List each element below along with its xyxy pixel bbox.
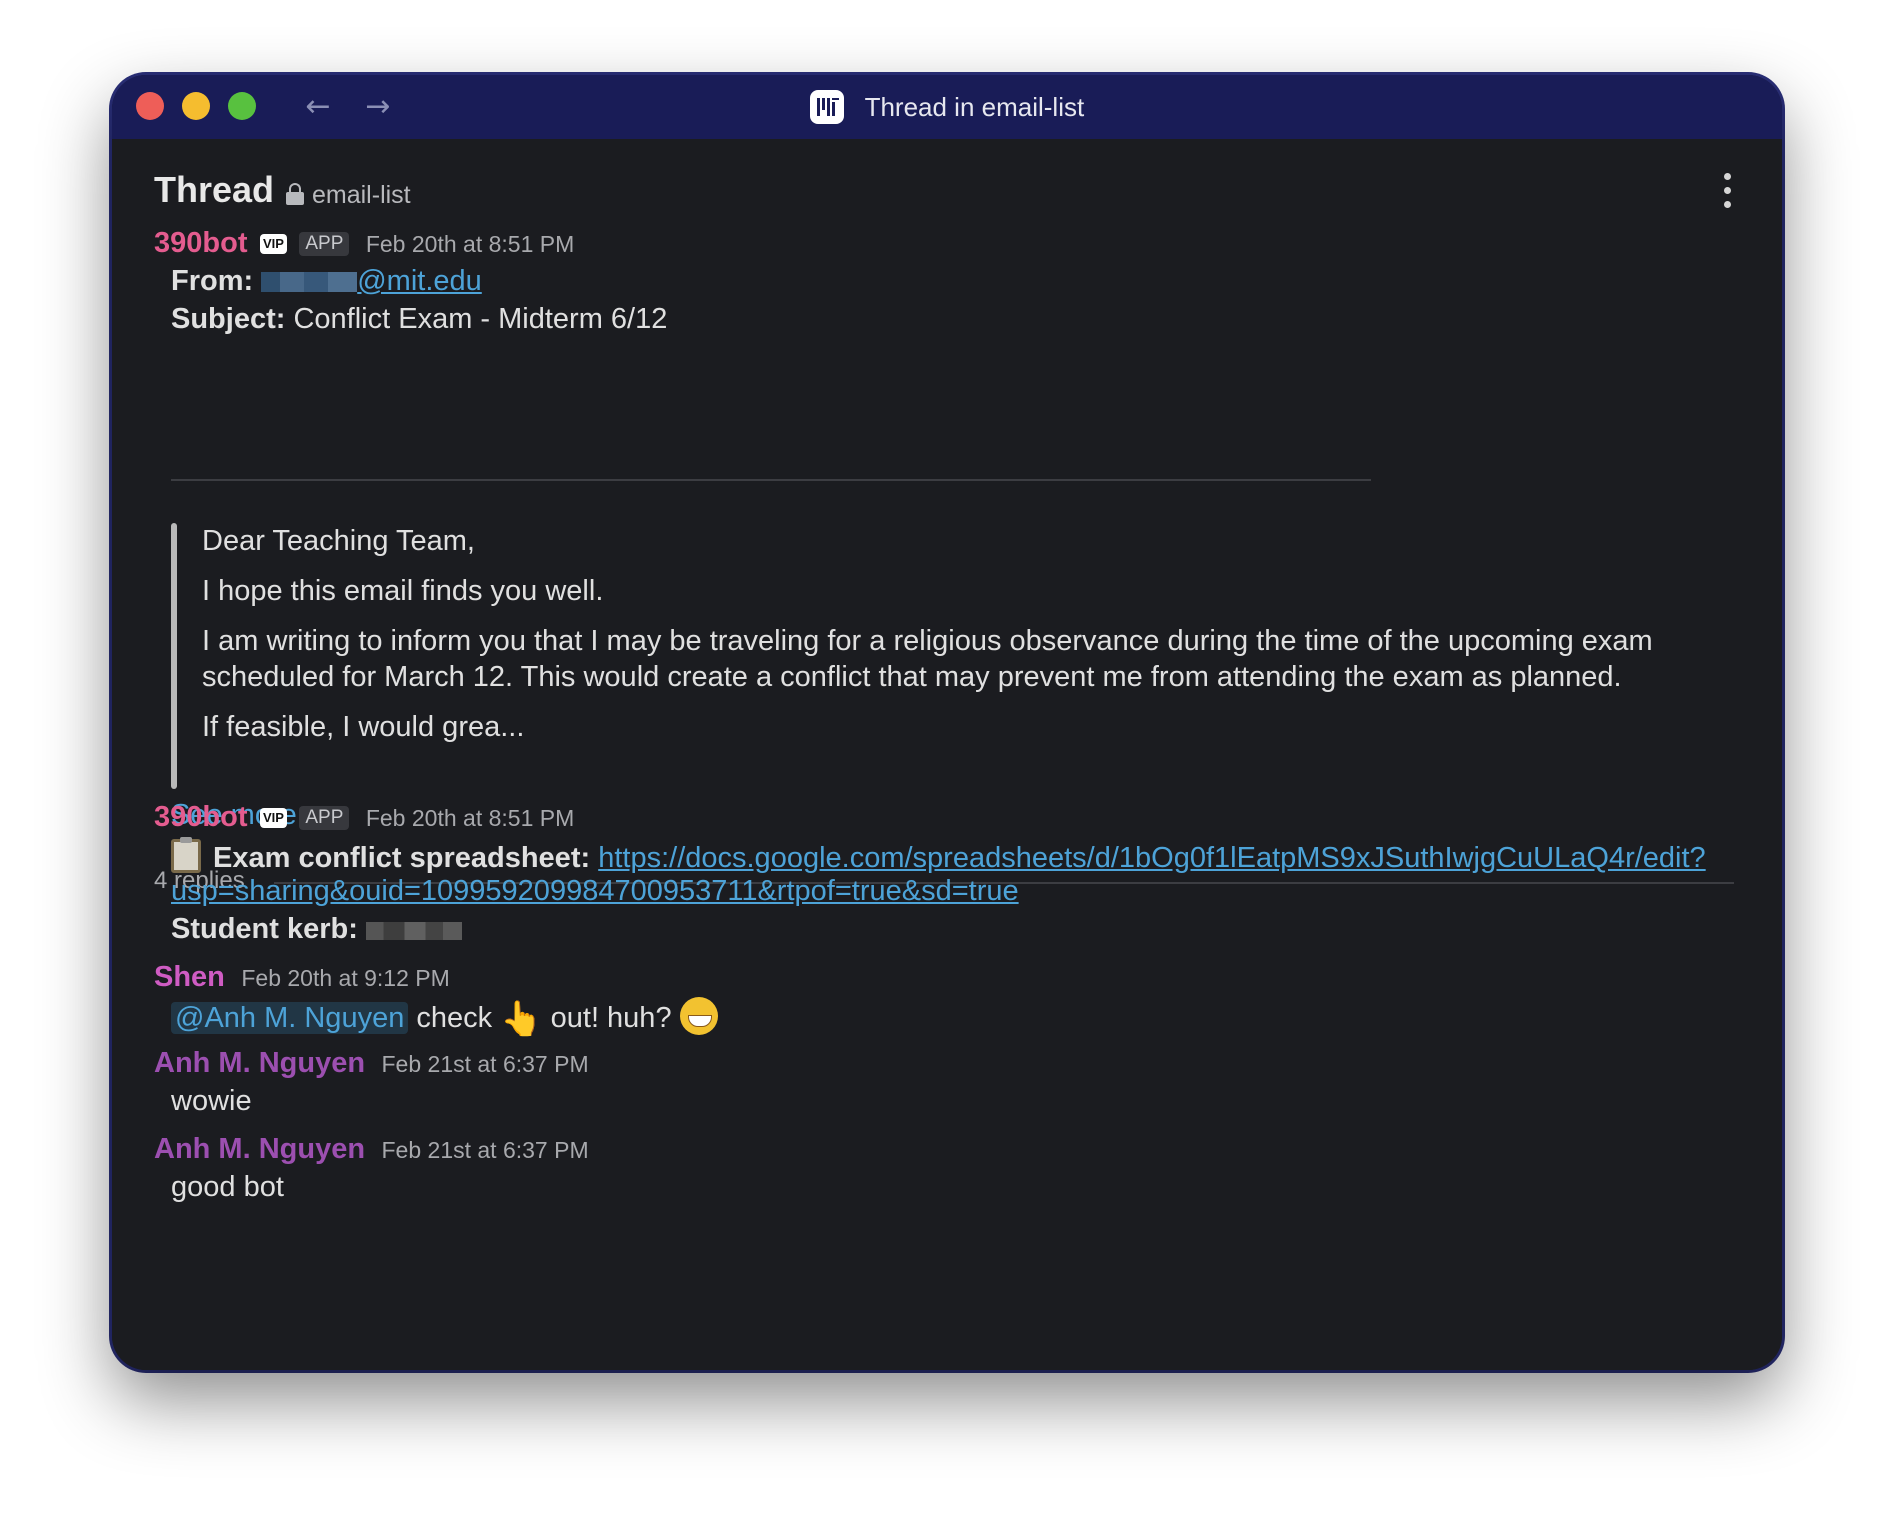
thread-panel: Thread email-list 390bot VIP APP Feb 20t… xyxy=(112,139,1782,1370)
message-timestamp[interactable]: Feb 21st at 6:37 PM xyxy=(382,1137,589,1163)
thread-title: Thread xyxy=(154,169,275,210)
vip-badge: VIP xyxy=(259,234,287,254)
subject-label: Subject: xyxy=(171,303,286,335)
redacted-block xyxy=(365,922,462,940)
clipboard-icon xyxy=(171,837,201,873)
from-label: From: xyxy=(171,265,254,297)
subject-line: Subject: Conflict Exam - Midterm 6/12 xyxy=(171,303,667,336)
message-header: Anh M. Nguyen Feb 21st at 6:37 PM xyxy=(154,1047,589,1080)
email-body-line: If feasible, I would grea... xyxy=(202,711,525,743)
mit-logo-icon xyxy=(809,90,844,125)
message-text: @Anh M. Nguyen check 👆 out! huh? xyxy=(171,997,718,1039)
email-body-line: Dear Teaching Team, xyxy=(202,525,475,557)
redacted-block xyxy=(261,272,358,292)
kerb-label: Student kerb: xyxy=(171,913,358,945)
email-body-line: scheduled for March 12. This would creat… xyxy=(202,661,1622,693)
author-name[interactable]: Anh M. Nguyen xyxy=(154,1047,365,1079)
spreadsheet-link[interactable]: https://docs.google.com/spreadsheets/d/1… xyxy=(598,842,1705,874)
channel-name-text: email-list xyxy=(312,181,411,209)
author-name[interactable]: 390bot xyxy=(154,227,247,259)
window-title-text: Thread in email-list xyxy=(864,92,1085,122)
vip-badge: VIP xyxy=(259,808,287,828)
message-header: 390bot VIP APP Feb 20th at 8:51 PM xyxy=(154,227,574,260)
message-timestamp[interactable]: Feb 20th at 8:51 PM xyxy=(366,805,574,831)
app-badge: APP xyxy=(299,232,350,256)
app-window: ← → Thread in email-list Thread email-li… xyxy=(112,75,1782,1370)
grinning-face-icon xyxy=(679,997,718,1035)
window-title: Thread in email-list xyxy=(112,89,1782,126)
message-timestamp[interactable]: Feb 20th at 8:51 PM xyxy=(366,231,574,257)
from-line: From: @mit.edu xyxy=(171,265,482,298)
user-mention[interactable]: @Anh M. Nguyen xyxy=(171,1002,409,1034)
message-header: Anh M. Nguyen Feb 21st at 6:37 PM xyxy=(154,1133,589,1166)
message-header: Shen Feb 20th at 9:12 PM xyxy=(154,961,450,994)
spreadsheet-link-continued: usp=sharing&ouid=109959209984700953711&r… xyxy=(171,875,1019,908)
title-bar: ← → Thread in email-list xyxy=(112,75,1782,139)
quote-bar xyxy=(171,523,177,789)
message-header: 390bot VIP APP Feb 20th at 8:51 PM xyxy=(154,801,574,834)
app-badge: APP xyxy=(299,806,350,830)
email-body-line: I hope this email finds you well. xyxy=(202,575,604,607)
message-timestamp[interactable]: Feb 21st at 6:37 PM xyxy=(382,1051,589,1077)
channel-name[interactable]: email-list xyxy=(286,181,411,210)
from-email-link[interactable]: @mit.edu xyxy=(357,265,482,297)
author-name[interactable]: Shen xyxy=(154,961,225,993)
lock-icon xyxy=(286,183,304,205)
spreadsheet-link[interactable]: usp=sharing&ouid=109959209984700953711&r… xyxy=(171,875,1019,907)
author-name[interactable]: 390bot xyxy=(154,801,247,833)
message-text: wowie xyxy=(171,1085,252,1117)
subject-text: Conflict Exam - Midterm 6/12 xyxy=(293,303,668,335)
message-text-part: out! huh? xyxy=(550,1002,672,1034)
pointing-up-icon: 👆 xyxy=(500,999,543,1039)
spreadsheet-label: Exam conflict spreadsheet: xyxy=(213,842,591,874)
kerb-line: Student kerb: xyxy=(171,913,462,946)
header-divider xyxy=(171,479,1371,481)
author-name[interactable]: Anh M. Nguyen xyxy=(154,1133,365,1165)
spreadsheet-line: Exam conflict spreadsheet: https://docs.… xyxy=(171,837,1706,875)
message-timestamp[interactable]: Feb 20th at 9:12 PM xyxy=(241,965,449,991)
message-text: good bot xyxy=(171,1171,284,1203)
message-text-part: check xyxy=(416,1002,493,1034)
more-options-icon[interactable] xyxy=(1722,171,1732,211)
